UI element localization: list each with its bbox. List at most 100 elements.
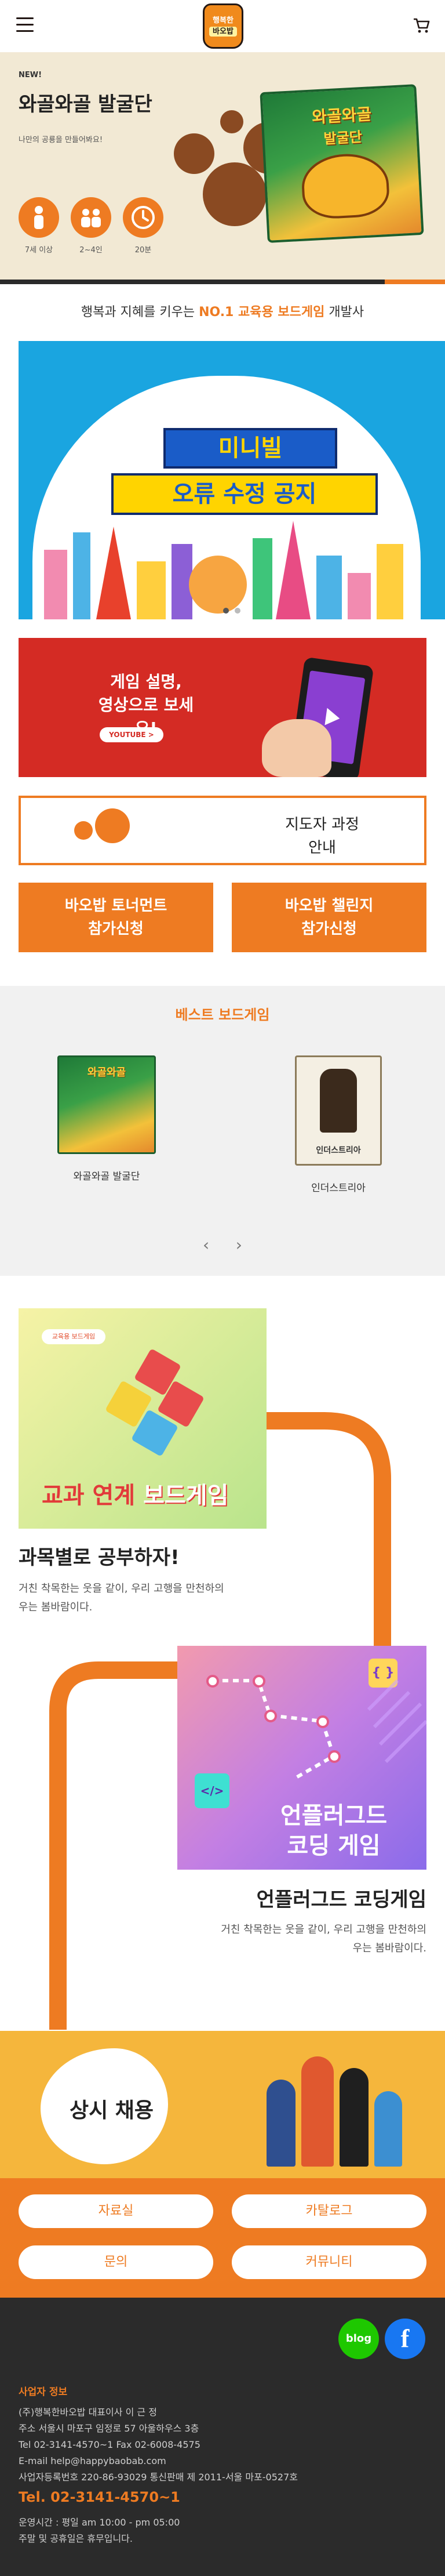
youtube-banner[interactable]: 게임 설명, 영상으로 보세요! YOUTUBE > bbox=[19, 638, 426, 777]
hours-line: 운영시간 : 평일 am 10:00 - pm 05:00 bbox=[19, 2517, 180, 2528]
coding-label-line2: 코딩 게임 bbox=[287, 1833, 381, 1859]
hero-title: 와골와골 발굴단 bbox=[19, 93, 152, 116]
tagline-highlight: NO.1 교육용 보드게임 bbox=[199, 305, 325, 320]
path-node bbox=[328, 1750, 341, 1763]
archive-link[interactable]: 자료실 bbox=[19, 2194, 213, 2228]
product-box-text: 인더스트리아 bbox=[316, 1146, 361, 1155]
product-card[interactable]: 와골와골 와골와골 발굴단 bbox=[20, 1055, 194, 1182]
youtube-button[interactable]: YOUTUBE > bbox=[100, 727, 163, 742]
info-line: E-mail help@happybaobab.com bbox=[19, 2455, 166, 2466]
product-box-text: 와골와골 bbox=[87, 1066, 126, 1079]
banner-subtitle: 오류 수정 공지 bbox=[111, 473, 378, 515]
product-name[interactable]: 와골와골 발굴단 bbox=[20, 1168, 194, 1182]
best-boardgame-section: 베스트 보드게임 와골와골 와골와골 발굴단 인더스트리아 인더스트리아 ‹ › bbox=[0, 986, 445, 1276]
decor-blob bbox=[203, 162, 267, 226]
desc-line: 거친 착목한는 웃을 같이, 우리 고행을 만천하의 bbox=[221, 1924, 426, 1936]
instructor-course-link[interactable]: 지도자 과정 안내 bbox=[19, 796, 426, 865]
decor-blob bbox=[220, 110, 243, 133]
hand-illustration bbox=[262, 719, 331, 777]
players-icon bbox=[71, 197, 111, 238]
cubes-illustration bbox=[105, 1348, 210, 1457]
hero-badge: NEW! bbox=[19, 71, 42, 79]
subject-badge: 교육용 보드게임 bbox=[42, 1329, 105, 1344]
stat-players: 2~4인 bbox=[71, 197, 111, 255]
desc-line: 거친 착목한는 웃을 같이, 우리 고행을 만천하의 bbox=[19, 1583, 224, 1595]
operating-hours: 운영시간 : 평일 am 10:00 - pm 05:00 주말 및 공휴일은 … bbox=[19, 2515, 180, 2547]
product-image[interactable]: 와골와골 bbox=[57, 1055, 156, 1154]
decor-circle bbox=[74, 821, 93, 840]
menu-icon[interactable] bbox=[16, 17, 34, 32]
catalog-link[interactable]: 카탈로그 bbox=[232, 2194, 426, 2228]
decor-circle bbox=[95, 808, 130, 843]
info-line: (주)행복한바오밥 대표이사 이 근 정 bbox=[19, 2407, 157, 2418]
section-title: 베스트 보드게임 bbox=[175, 1007, 270, 1023]
product-name[interactable]: 인더스트리아 bbox=[251, 1180, 425, 1194]
tagline-suffix: 개발사 bbox=[324, 305, 364, 320]
site-header: 행복한 바오밥 bbox=[0, 0, 445, 52]
facebook-icon[interactable]: f bbox=[385, 2319, 425, 2359]
hero-progress-track bbox=[0, 280, 445, 284]
pagination-dot[interactable] bbox=[235, 608, 240, 614]
cta-line1: 바오밥 챌린지 bbox=[284, 897, 374, 915]
subject-description: 거친 착목한는 웃을 같이, 우리 고행을 만천하의 우는 봄바람이다. bbox=[19, 1580, 273, 1617]
inquiry-link[interactable]: 문의 bbox=[19, 2245, 213, 2279]
instructor-line1: 지도자 과정 bbox=[285, 816, 359, 833]
subject-description: 거친 착목한는 웃을 같이, 우리 고행을 만천하의 우는 봄바람이다. bbox=[174, 1921, 426, 1958]
hero-subtitle: 나만의 공룡을 만들어봐요! bbox=[19, 136, 103, 144]
stat-time: 20분 bbox=[123, 197, 163, 255]
blog-icon[interactable]: blog bbox=[338, 2319, 379, 2359]
subject-image[interactable]: 교육용 보드게임 교과 연계 보드게임 bbox=[19, 1308, 267, 1529]
stat-label: 7세 이상 bbox=[24, 246, 53, 255]
site-logo[interactable]: 행복한 바오밥 bbox=[203, 3, 243, 49]
cta-line1: 바오밥 토너먼트 bbox=[64, 897, 167, 915]
people-illustration bbox=[255, 2045, 406, 2167]
subject-title: 언플러그드 코딩게임 bbox=[256, 1888, 426, 1911]
chevron-right-icon[interactable]: › bbox=[236, 1235, 242, 1254]
chevron-left-icon[interactable]: ‹ bbox=[203, 1235, 209, 1254]
path-node bbox=[316, 1715, 329, 1728]
hero-section[interactable]: NEW! 와골와골 발굴단 나만의 공룡을 만들어봐요! 와골와골 발굴단 7세… bbox=[0, 52, 445, 284]
path-node bbox=[206, 1675, 219, 1688]
recruit-label: 상시 채용 bbox=[70, 2099, 154, 2123]
banner-title: 미니빌 bbox=[163, 428, 337, 469]
instructor-label: 지도자 과정 안내 bbox=[253, 813, 392, 859]
business-info: (주)행복한바오밥 대표이사 이 근 정 주소 서울시 마포구 임정로 57 아… bbox=[19, 2404, 298, 2486]
subject-title: 과목별로 공부하자! bbox=[19, 1546, 180, 1569]
info-line: 사업자등록번호 220-86-93029 통신판매 제 2011-서울 마포-0… bbox=[19, 2472, 298, 2483]
product-card[interactable]: 인더스트리아 인더스트리아 bbox=[251, 1055, 425, 1194]
product-image[interactable]: 인더스트리아 bbox=[295, 1055, 382, 1166]
desc-line: 우는 봄바람이다. bbox=[19, 1601, 93, 1613]
age-icon bbox=[19, 197, 59, 238]
tournament-apply-button[interactable]: 바오밥 토너먼트 참가신청 bbox=[19, 883, 213, 952]
recruit-banner[interactable]: 상시 채용 bbox=[0, 2031, 445, 2178]
city-illustration bbox=[44, 521, 403, 619]
dinosaur-illustration bbox=[300, 151, 391, 220]
code-icon: </> bbox=[195, 1773, 229, 1808]
footer-heading: 사업자 정보 bbox=[19, 2386, 68, 2398]
coding-game-image[interactable]: { } </> 언플러그드 코딩 게임 bbox=[177, 1646, 426, 1870]
quick-links: 자료실 카탈로그 문의 커뮤니티 bbox=[0, 2178, 445, 2298]
hours-line: 주말 및 공휴일은 휴무입니다. bbox=[19, 2533, 133, 2544]
page: 행복한 바오밥 NEW! 와골와골 발굴단 나만의 공룡을 만들어봐요! 와골와… bbox=[0, 0, 445, 2576]
logo-line1: 행복한 bbox=[213, 16, 234, 25]
path-node bbox=[253, 1675, 265, 1688]
character-illustration bbox=[320, 1069, 357, 1133]
label-red: 교과 연계 bbox=[42, 1482, 136, 1509]
tagline-prefix: 행복과 지혜를 키우는 bbox=[81, 305, 199, 320]
notice-banner[interactable]: 미니빌 오류 수정 공지 bbox=[19, 341, 445, 619]
product-box-image[interactable]: 와골와골 발굴단 bbox=[260, 84, 424, 243]
challenge-apply-button[interactable]: 바오밥 챌린지 참가신청 bbox=[232, 883, 426, 952]
community-link[interactable]: 커뮤니티 bbox=[232, 2245, 426, 2279]
logo-line2: 바오밥 bbox=[209, 27, 237, 37]
pagination-dot[interactable] bbox=[223, 608, 229, 614]
site-footer: blog f 사업자 정보 (주)행복한바오밥 대표이사 이 근 정 주소 서울… bbox=[0, 2298, 445, 2576]
cta-line2: 참가신청 bbox=[88, 920, 144, 938]
footer-phone[interactable]: Tel. 02-3141-4570~1 bbox=[19, 2489, 180, 2505]
stat-age: 7세 이상 bbox=[19, 197, 59, 255]
hero-stats: 7세 이상 2~4인 20분 bbox=[19, 197, 163, 255]
desc-line: 우는 봄바람이다. bbox=[352, 1942, 426, 1954]
cart-icon[interactable] bbox=[413, 17, 430, 34]
hero-progress-fill bbox=[385, 280, 445, 284]
company-tagline: 행복과 지혜를 키우는 NO.1 교육용 보드게임 개발사 bbox=[0, 302, 445, 320]
banner-pagination[interactable] bbox=[19, 608, 445, 614]
